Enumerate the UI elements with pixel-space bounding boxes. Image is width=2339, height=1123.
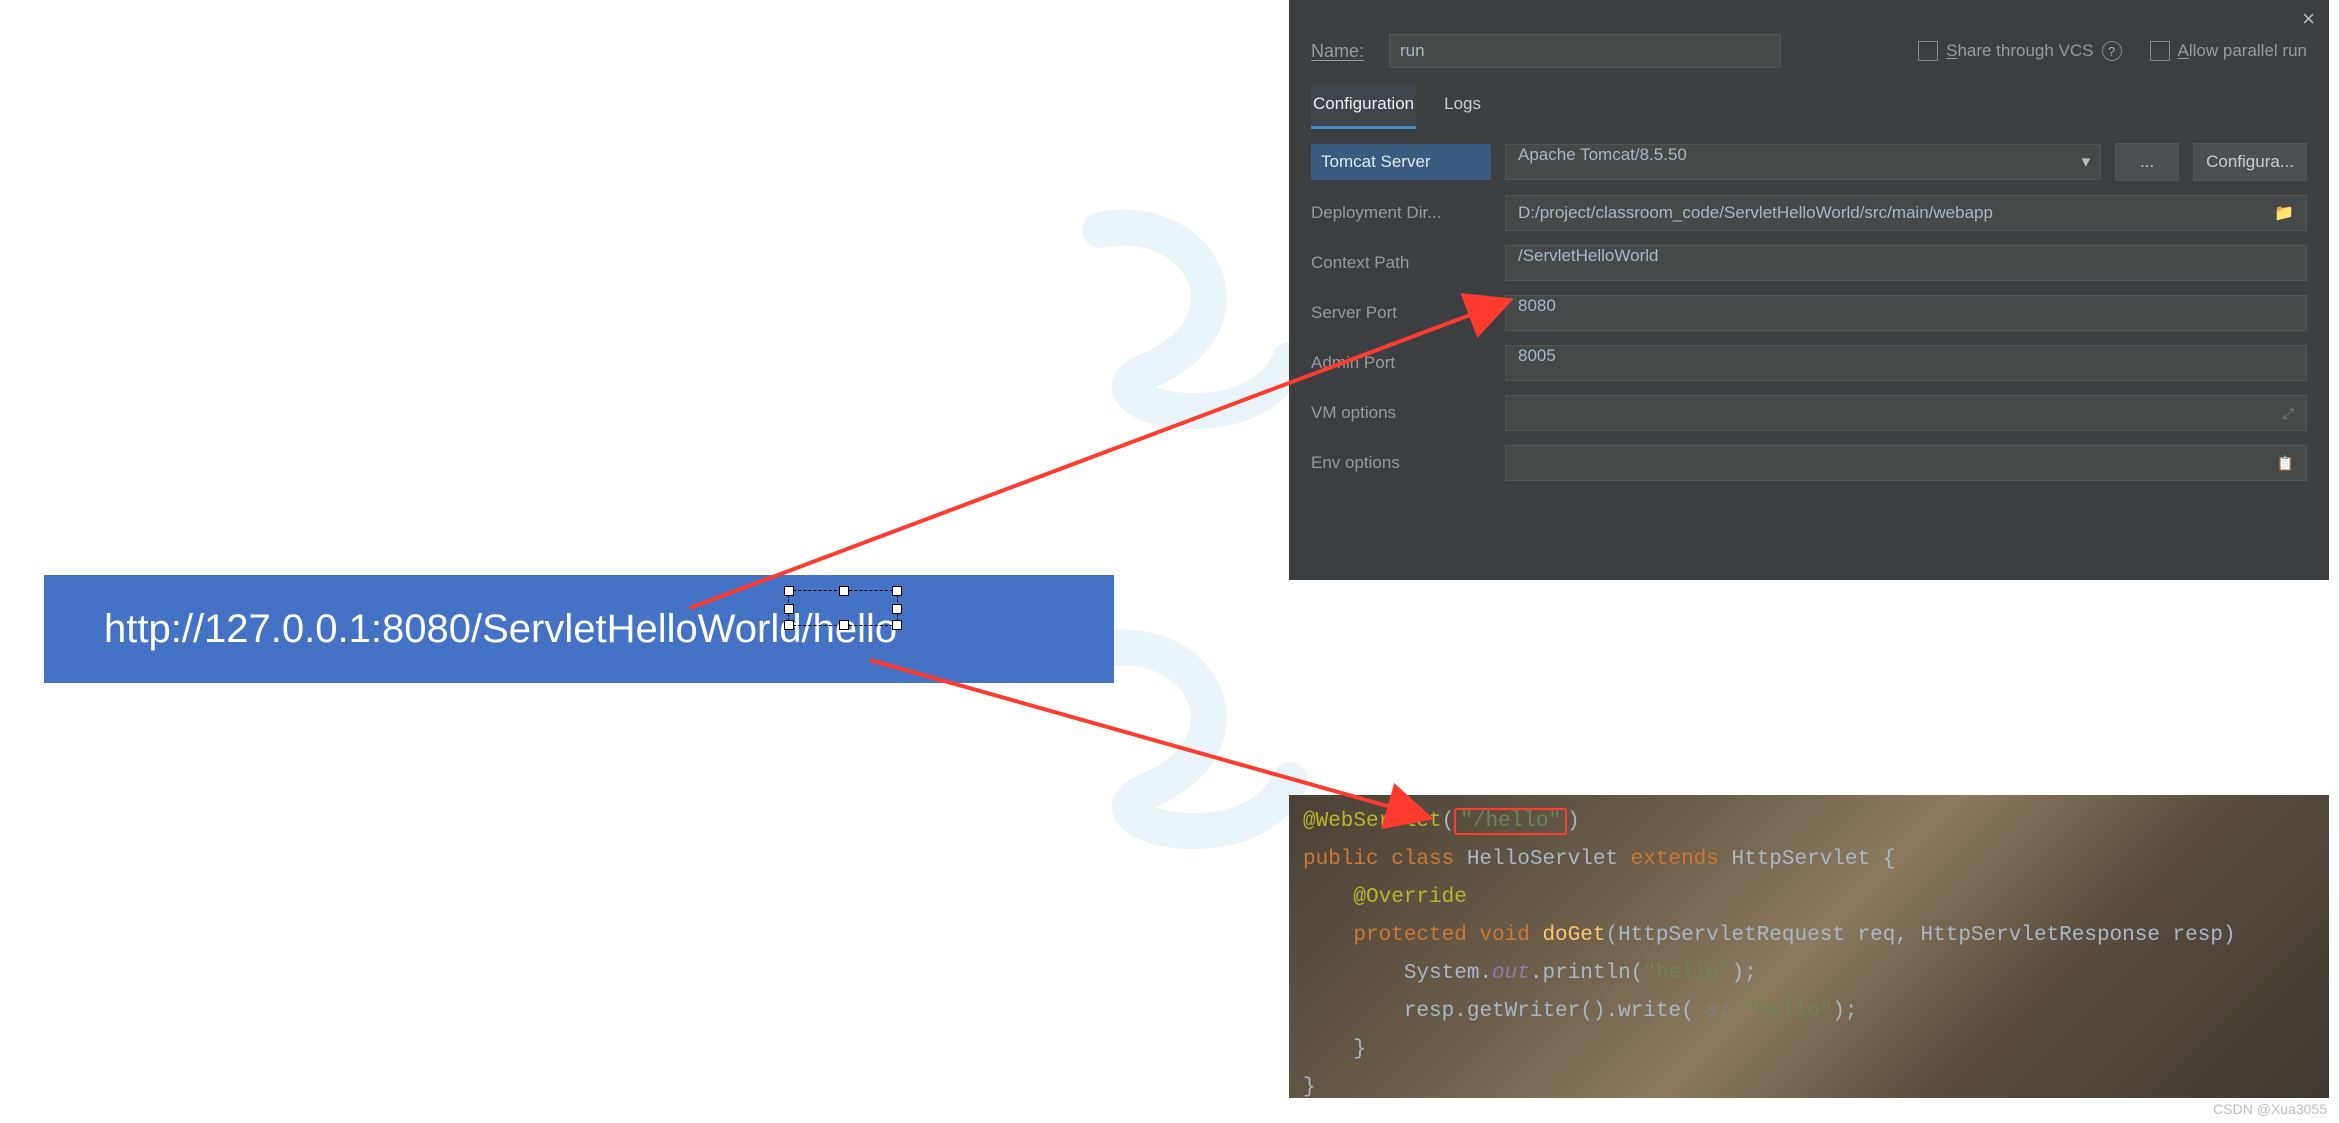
configure-button[interactable]: Configura... <box>2193 143 2307 181</box>
name-input[interactable] <box>1389 34 1781 68</box>
watermark-decoration <box>1060 200 1320 460</box>
webservlet-path-highlight: "/hello" <box>1454 808 1567 835</box>
config-tabs: Configuration Logs <box>1311 84 2307 129</box>
watermark-credit: CSDN @Xua3055 <box>2213 1101 2327 1117</box>
tab-logs[interactable]: Logs <box>1442 84 1483 129</box>
deployment-dir-label: Deployment Dir... <box>1311 203 1491 223</box>
share-vcs-checkbox[interactable]: Share through VCS ? <box>1918 41 2121 61</box>
server-port-label: Server Port <box>1311 303 1491 323</box>
close-icon[interactable]: × <box>2302 6 2315 32</box>
env-options-label: Env options <box>1311 453 1491 473</box>
env-options-input[interactable]: 📋 <box>1505 445 2307 481</box>
name-label: Name: <box>1311 41 1371 62</box>
vm-options-input[interactable]: ⤢ <box>1505 395 2307 431</box>
selection-handles[interactable] <box>788 590 898 626</box>
folder-icon[interactable]: 📁 <box>2274 203 2294 223</box>
admin-port-label: Admin Port <box>1311 353 1491 373</box>
url-banner: http://127.0.0.1:8080/ServletHelloWorld/… <box>44 575 1114 683</box>
expand-icon[interactable]: ⤢ <box>2283 405 2294 422</box>
context-path-input[interactable]: /ServletHelloWorld <box>1505 245 2307 281</box>
admin-port-input[interactable]: 8005 <box>1505 345 2307 381</box>
url-text: http://127.0.0.1:8080/ServletHelloWorld/… <box>104 607 897 652</box>
help-icon[interactable]: ? <box>2102 41 2122 61</box>
vm-options-label: VM options <box>1311 403 1491 423</box>
tab-configuration[interactable]: Configuration <box>1311 84 1416 129</box>
allow-parallel-checkbox[interactable]: Allow parallel run <box>2150 41 2307 61</box>
deployment-dir-input[interactable]: D:/project/classroom_code/ServletHelloWo… <box>1505 195 2307 231</box>
tomcat-server-select[interactable]: Apache Tomcat/8.5.50 <box>1505 144 2101 180</box>
context-path-label: Context Path <box>1311 253 1491 273</box>
clipboard-icon[interactable]: 📋 <box>2277 455 2294 472</box>
code-editor-snippet: @WebServlet("/hello") public class Hello… <box>1289 795 2329 1098</box>
tomcat-server-label: Tomcat Server <box>1311 144 1491 180</box>
server-port-input[interactable]: 8080 <box>1505 295 2307 331</box>
browse-button[interactable]: ... <box>2115 143 2179 181</box>
run-config-dialog: × Name: Share through VCS ? Allow parall… <box>1289 0 2329 580</box>
